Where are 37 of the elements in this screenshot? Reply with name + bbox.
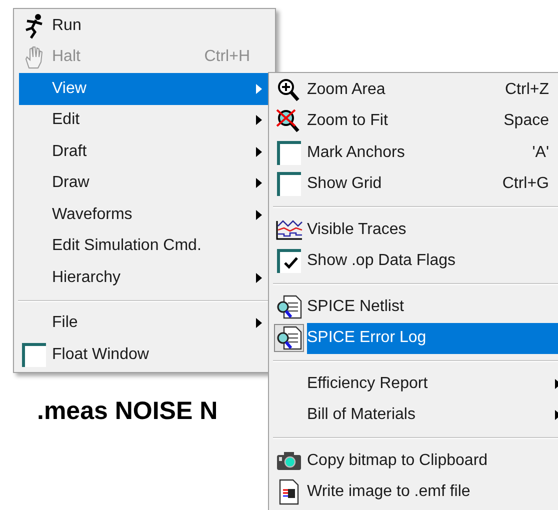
menu-item[interactable]: Show .op Data Flags	[307, 246, 558, 277]
menu-item[interactable]: Mark Anchors 'A'	[307, 137, 558, 168]
checkbox[interactable]	[277, 172, 301, 196]
checkbox[interactable]	[277, 249, 301, 274]
menu-item[interactable]: Copy bitmap to Clipboard	[307, 445, 558, 476]
menu-item[interactable]: Zoom to Fit Space	[307, 106, 558, 137]
menu-item[interactable]: File	[52, 308, 268, 339]
schematic-text: .meas NOISE N	[37, 396, 218, 427]
menu-item[interactable]: SPICE Error Log	[307, 322, 558, 354]
checkmark-icon	[284, 256, 298, 269]
menu-item[interactable]: Hierarchy	[52, 262, 268, 294]
menu-item[interactable]: Edit	[52, 104, 268, 136]
menu-item[interactable]: Edit Simulation Cmd.	[52, 230, 268, 262]
checkbox[interactable]	[22, 342, 46, 367]
menu-item[interactable]: View	[19, 73, 268, 104]
menu-item[interactable]: Show Grid Ctrl+G	[307, 168, 558, 200]
menu-item[interactable]: Waveforms	[52, 199, 268, 230]
menu-item[interactable]: Bill of Materials	[307, 400, 558, 431]
menu-item[interactable]: Float Window	[52, 339, 268, 370]
menu-item[interactable]: Visible Traces	[307, 214, 558, 246]
submenu-arrow-icon	[256, 272, 262, 283]
submenu-arrow-icon	[256, 115, 262, 126]
submenu-arrow-icon	[256, 84, 262, 94]
menu-item[interactable]: Draft	[52, 136, 268, 168]
submenu-arrow-icon	[256, 318, 262, 328]
menu-item[interactable]: Efficiency Report	[307, 368, 558, 400]
menu-item[interactable]: SPICE Netlist	[307, 291, 558, 322]
menu-item[interactable]: Run	[52, 10, 268, 42]
document-magnifier-icon	[275, 325, 303, 352]
menu-item[interactable]: Draw	[52, 168, 268, 199]
document-magnifier-icon	[275, 294, 303, 320]
menu-item[interactable]: Write image to .emf file	[307, 476, 558, 508]
menu-item[interactable]: Zoom Area Ctrl+Z	[307, 74, 558, 106]
submenu-arrow-icon	[256, 178, 262, 188]
checkbox[interactable]	[277, 140, 301, 165]
submenu-arrow-icon	[256, 210, 262, 220]
submenu-arrow-icon	[256, 146, 262, 157]
